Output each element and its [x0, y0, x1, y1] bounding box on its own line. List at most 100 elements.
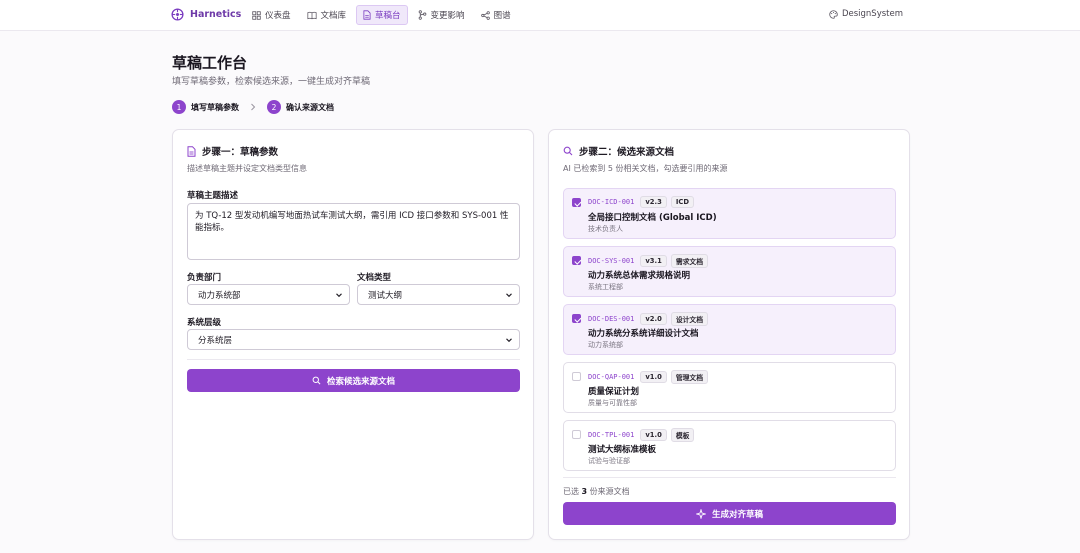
- page-title: 草稿工作台: [172, 54, 248, 72]
- brand-name: Harnetics: [190, 9, 242, 20]
- step-number: 1: [172, 100, 186, 114]
- doc-name: 动力系统总体需求规格说明: [588, 271, 691, 281]
- top-navbar: Harnetics 仪表盘 文档库 草稿台 变更影响 图谱 DesignSyst…: [0, 0, 1080, 31]
- document-icon: [187, 145, 196, 157]
- doc-owner: 技术负责人: [588, 225, 623, 233]
- nav-tab-dashboard[interactable]: 仪表盘: [246, 5, 297, 25]
- dept-select-value: 动力系统部: [198, 290, 241, 301]
- doc-owner: 试验与验证部: [588, 457, 630, 465]
- nav-tab-graph[interactable]: 图谱: [475, 5, 517, 25]
- doc-type-tag: 管理文档: [670, 370, 709, 384]
- source-doc-item[interactable]: DOC-SYS-001 v3.1 需求文档 动力系统总体需求规格说明 系统工程部: [563, 246, 896, 297]
- source-doc-item[interactable]: DOC-QAP-001 v1.0 管理文档 质量保证计划 质量与可靠性部: [563, 362, 896, 413]
- step-label: 填写草稿参数: [191, 102, 239, 112]
- selected-number: 3: [581, 487, 588, 496]
- nav-tab-label: 图谱: [493, 11, 511, 21]
- doc-id: DOC-ICD-001: [588, 198, 635, 206]
- selected-prefix: 已选: [563, 487, 579, 496]
- nav-tab-label: 仪表盘: [265, 11, 291, 21]
- generate-draft-button[interactable]: 生成对齐草稿: [563, 502, 896, 525]
- level-select-value: 分系统层: [198, 335, 233, 346]
- doc-checkbox[interactable]: [572, 198, 581, 207]
- source-doc-item[interactable]: DOC-DES-001 v2.0 设计文档 动力系统分系统详细设计文档 动力系统…: [563, 304, 896, 355]
- source-doc-item[interactable]: DOC-ICD-001 v2.3 ICD 全局接口控制文档 (Global IC…: [563, 188, 896, 239]
- doc-type-tag: 需求文档: [670, 254, 709, 268]
- topic-label: 草稿主题描述: [187, 191, 239, 201]
- doc-version-tag: v1.0: [640, 429, 667, 441]
- doc-checkbox[interactable]: [572, 256, 581, 265]
- divider: [187, 359, 520, 360]
- chevron-down-icon: [336, 293, 342, 298]
- doc-name: 质量保证计划: [588, 387, 640, 397]
- step-number: 2: [267, 100, 281, 114]
- doc-id: DOC-DES-001: [588, 315, 635, 323]
- brand[interactable]: Harnetics: [171, 8, 241, 21]
- selected-count: 已选 3 份来源文档: [563, 486, 630, 497]
- nav-tab-label: 草稿台: [375, 11, 401, 21]
- card-title: 步骤一：草稿参数: [187, 144, 278, 158]
- topic-textarea[interactable]: 为 TQ-12 型发动机编写地面热试车测试大纲，需引用 ICD 接口参数和 SY…: [187, 203, 520, 260]
- doc-id: DOC-TPL-001: [588, 431, 635, 439]
- source-doc-item[interactable]: DOC-TPL-001 v1.0 模板 测试大纲标准模板 试验与验证部: [563, 420, 896, 471]
- doc-id: DOC-SYS-001: [588, 257, 635, 265]
- palette-icon: [829, 9, 838, 19]
- card-title: 步骤二：候选来源文档: [563, 144, 674, 158]
- draft-params-card: 步骤一：草稿参数 描述草稿主题并设定文档类型信息 草稿主题描述 为 TQ-12 …: [172, 129, 534, 540]
- nav-tab-label: 文档库: [320, 11, 347, 21]
- card-title-text: 步骤一：草稿参数: [202, 147, 279, 158]
- nav-tab-change-impact[interactable]: 变更影响: [412, 5, 471, 25]
- dashboard-icon: [252, 10, 261, 20]
- doc-name: 动力系统分系统详细设计文档: [588, 329, 699, 339]
- search-icon: [312, 376, 321, 385]
- doc-owner: 系统工程部: [588, 283, 623, 291]
- doc-id: DOC-QAP-001: [588, 373, 635, 381]
- step-label: 确认来源文档: [286, 102, 334, 112]
- selected-suffix: 份来源文档: [589, 487, 630, 496]
- nav-tab-drafts[interactable]: 草稿台: [356, 5, 408, 25]
- doc-version-tag: v2.3: [640, 196, 667, 208]
- doc-version-tag: v1.0: [640, 371, 667, 383]
- doc-name: 测试大纲标准模板: [588, 445, 657, 455]
- doc-owner: 质量与可靠性部: [588, 399, 637, 407]
- search-sources-label: 检索候选来源文档: [326, 376, 395, 387]
- doc-name: 全局接口控制文档 (Global ICD): [588, 213, 717, 223]
- chevron-right-icon: [251, 103, 256, 111]
- card-description: 描述草稿主题并设定文档类型信息: [187, 164, 307, 173]
- doc-type-tag: ICD: [670, 196, 695, 208]
- doc-owner: 动力系统部: [588, 341, 623, 349]
- nav-tab-library[interactable]: 文档库: [301, 5, 353, 25]
- dept-select[interactable]: 动力系统部: [187, 284, 350, 305]
- level-label: 系统层级: [187, 318, 222, 328]
- draft-icon: [363, 10, 371, 20]
- branch-icon: [418, 10, 426, 20]
- card-title-text: 步骤二：候选来源文档: [579, 147, 675, 158]
- design-system-link[interactable]: DesignSystem: [829, 9, 903, 19]
- book-icon: [306, 11, 317, 19]
- doc-checkbox[interactable]: [572, 314, 581, 323]
- page-subtitle: 填写草稿参数，检索候选来源，一键生成对齐草稿: [172, 77, 371, 87]
- doc-checkbox[interactable]: [572, 372, 581, 381]
- search-icon: [563, 146, 573, 156]
- doc-version-tag: v2.0: [640, 313, 667, 325]
- dept-label: 负责部门: [187, 273, 222, 283]
- divider: [563, 477, 896, 478]
- search-sources-button[interactable]: 检索候选来源文档: [187, 369, 520, 392]
- generate-draft-label: 生成对齐草稿: [711, 509, 763, 520]
- source-docs-card: 步骤二：候选来源文档 AI 已检索到 5 份相关文档，勾选要引用的来源 DOC-…: [548, 129, 910, 540]
- chevron-down-icon: [506, 338, 512, 343]
- doc-type-tag: 模板: [670, 428, 695, 442]
- doc-type-tag: 设计文档: [670, 312, 709, 326]
- doctype-label: 文档类型: [357, 273, 392, 283]
- level-select[interactable]: 分系统层: [187, 329, 520, 350]
- brand-logo-icon: [171, 8, 184, 21]
- chevron-down-icon: [506, 293, 512, 298]
- nav-tabs: 仪表盘 文档库 草稿台 变更影响 图谱: [246, 5, 517, 25]
- doctype-select[interactable]: 测试大纲: [357, 284, 520, 305]
- design-system-label: DesignSystem: [841, 9, 903, 19]
- doc-version-tag: v3.1: [640, 255, 667, 267]
- doc-checkbox[interactable]: [572, 430, 581, 439]
- nav-tab-label: 变更影响: [430, 11, 465, 21]
- sparkle-icon: [695, 508, 706, 519]
- card-description: AI 已检索到 5 份相关文档，勾选要引用的来源: [563, 164, 728, 173]
- doctype-select-value: 测试大纲: [368, 290, 403, 301]
